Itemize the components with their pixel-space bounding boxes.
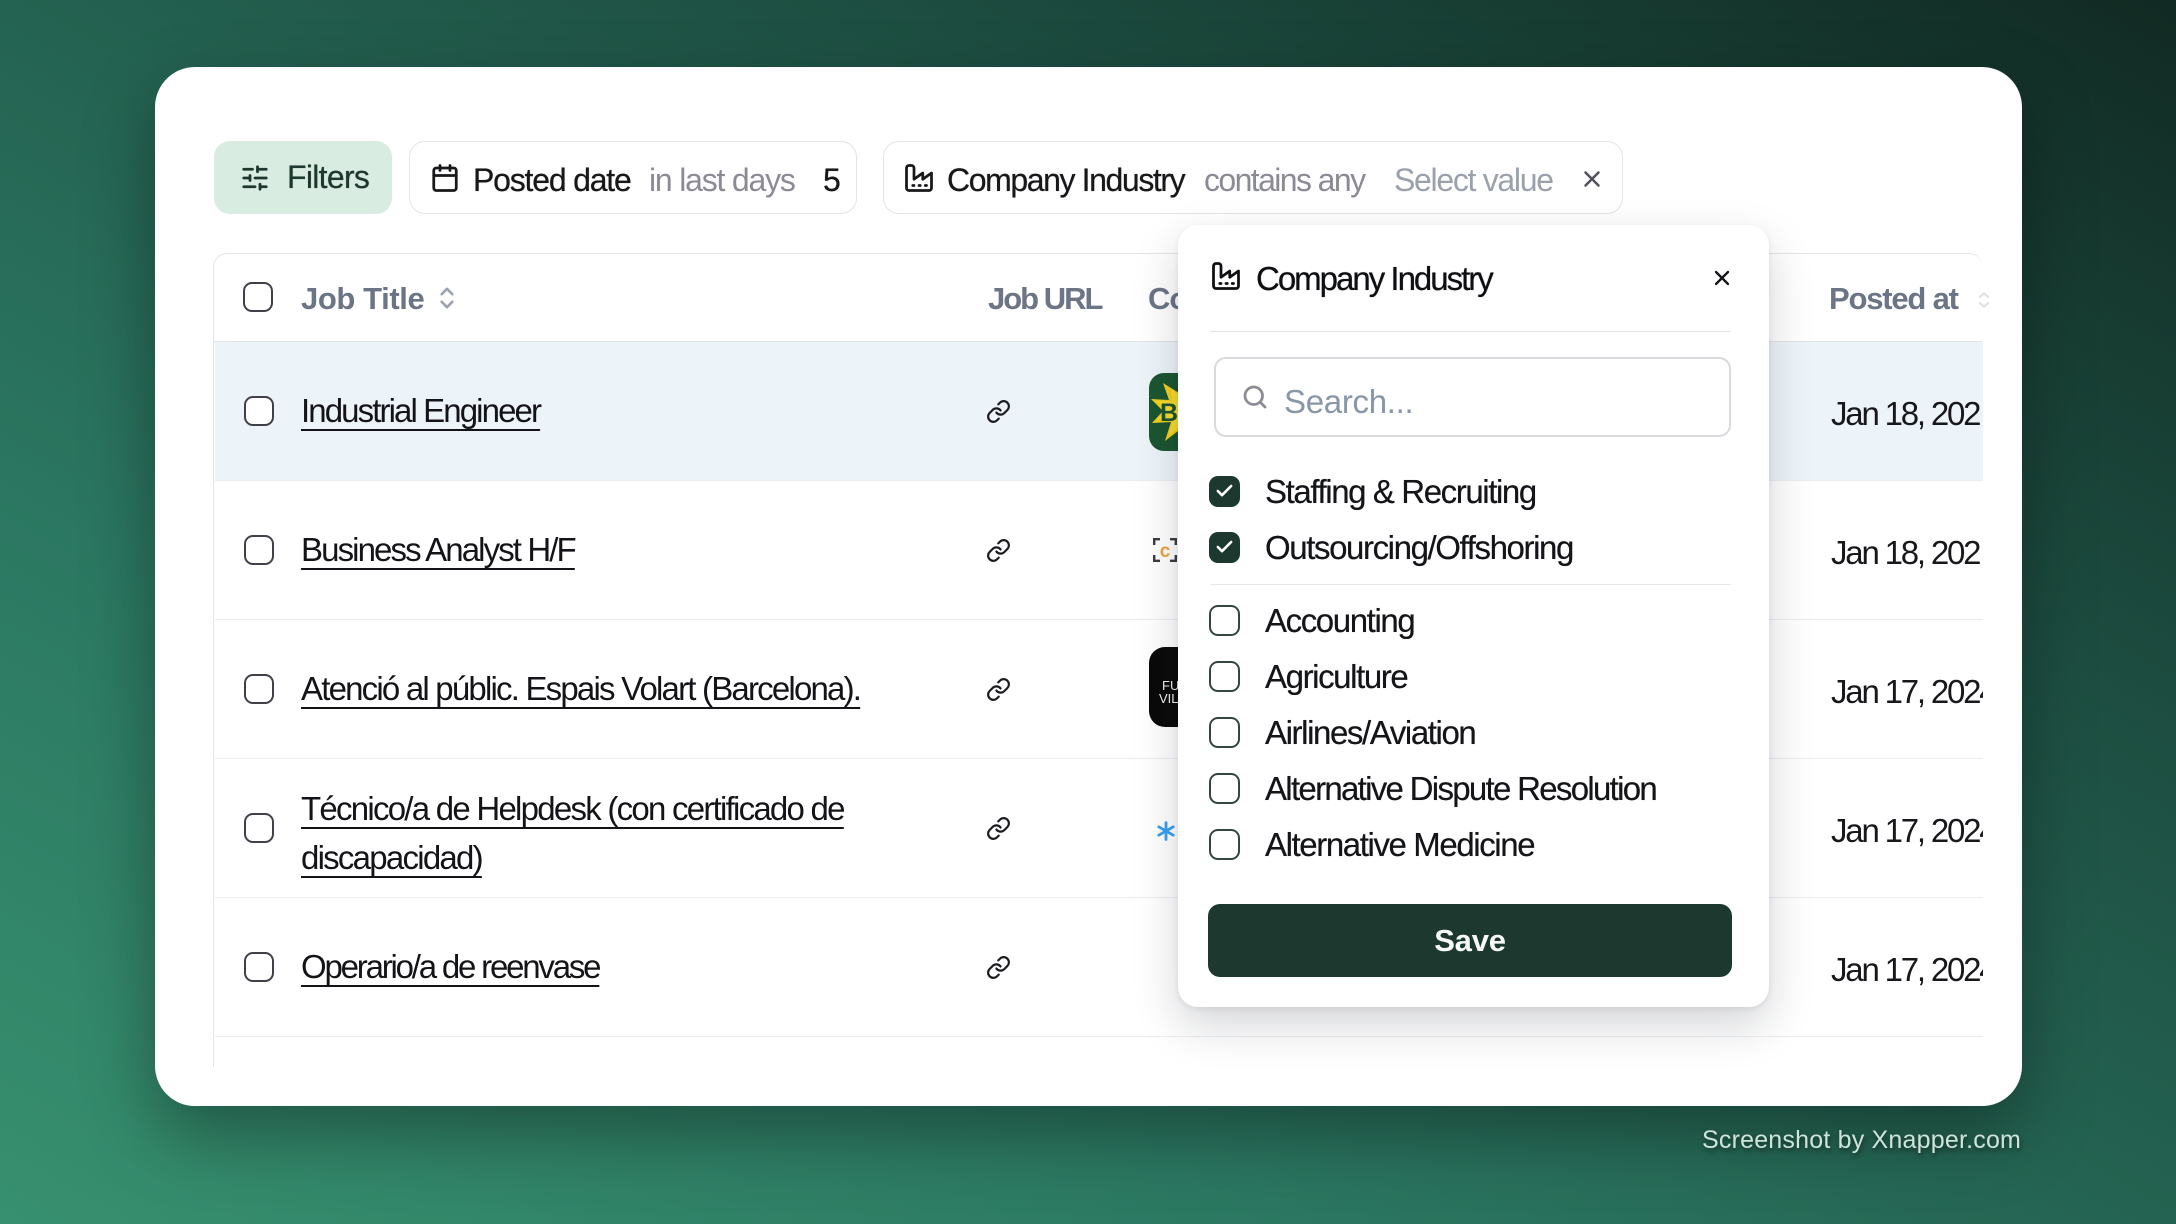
svg-text:c: c xyxy=(1160,541,1171,562)
svg-text:B: B xyxy=(1160,399,1178,427)
